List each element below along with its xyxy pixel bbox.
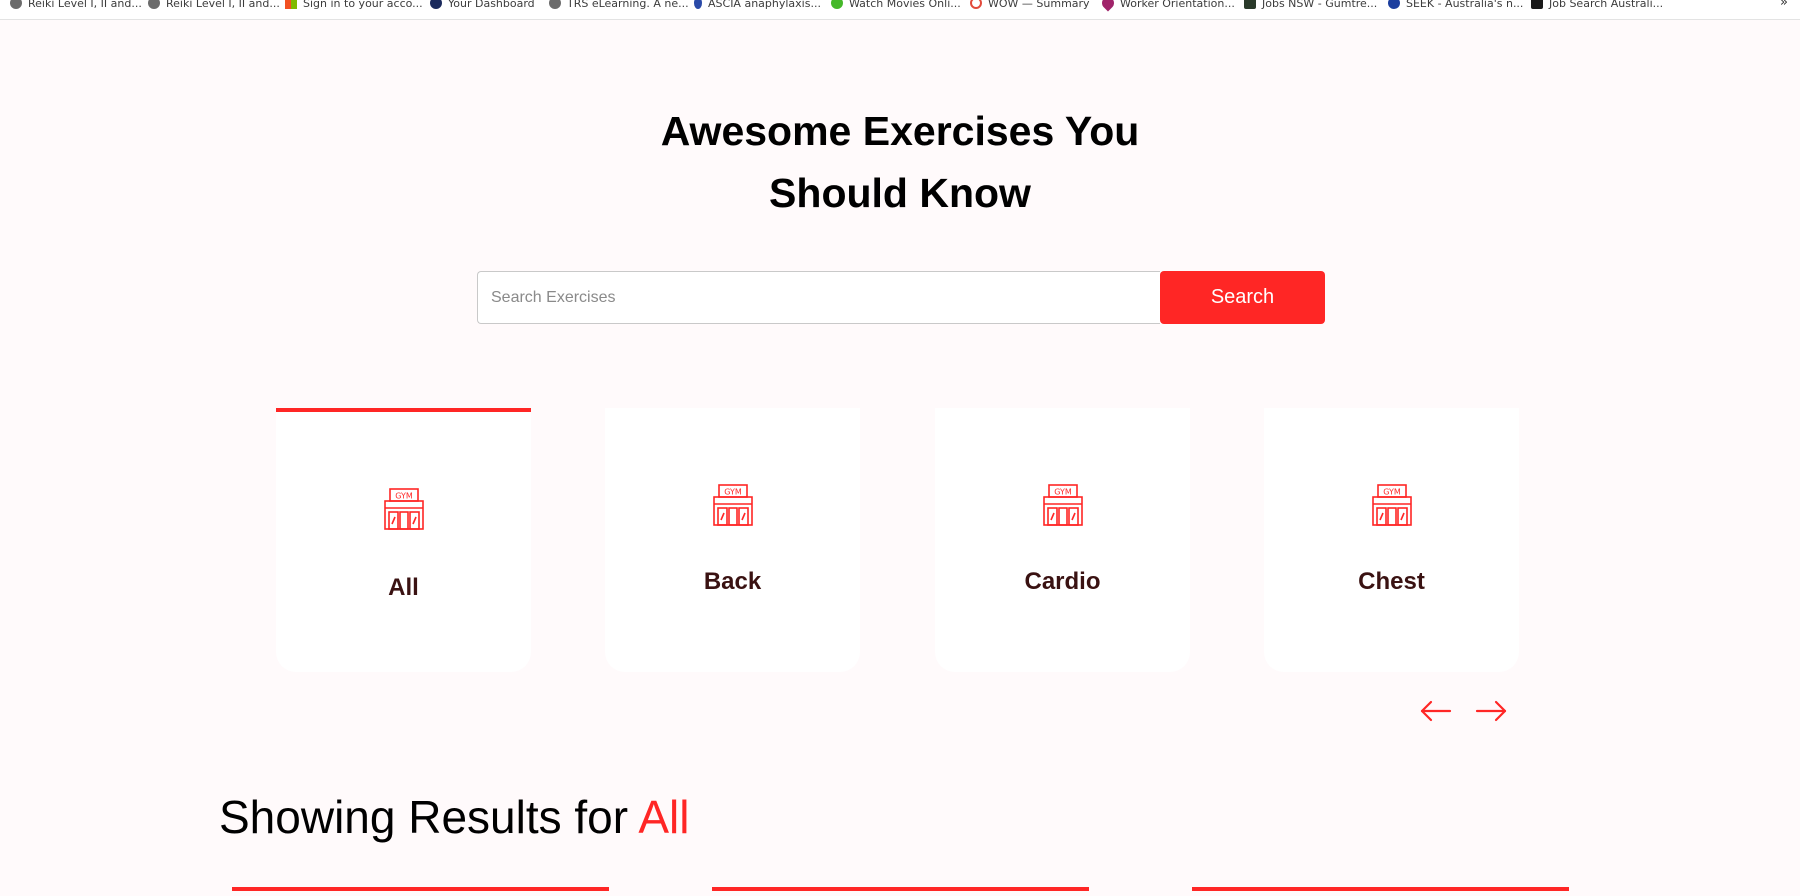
- gym-icon: GYM: [1372, 484, 1412, 526]
- bookmark-label: Reiki Level I, II and...: [28, 0, 142, 10]
- svg-text:GYM: GYM: [395, 492, 413, 501]
- bookmark-item[interactable]: ASCIA anaphylaxis...: [694, 0, 821, 10]
- category-card-chest[interactable]: GYM Chest: [1264, 408, 1519, 672]
- search-button[interactable]: Search: [1160, 271, 1325, 324]
- category-label: All: [388, 574, 419, 601]
- play-circle-icon: [430, 0, 442, 9]
- bookmarks-bar: Reiki Level I, II and... Reiki Level I, …: [0, 0, 1800, 20]
- bookmark-label: Your Dashboard: [448, 0, 535, 10]
- bookmark-label: ASCIA anaphylaxis...: [708, 0, 821, 10]
- exercise-card[interactable]: [232, 887, 609, 891]
- bookmark-label: WOW — Summary: [988, 0, 1090, 10]
- exercise-card[interactable]: [712, 887, 1089, 891]
- bookmark-label: Job Search Australi...: [1549, 0, 1664, 10]
- bookmark-item[interactable]: Watch Movies Onli...: [831, 0, 961, 10]
- bookmark-item[interactable]: Jobs NSW - Gumtre...: [1244, 0, 1377, 10]
- svg-text:GYM: GYM: [1383, 488, 1401, 497]
- category-label: Cardio: [1024, 568, 1101, 595]
- globe-icon: [549, 0, 561, 9]
- map-pin-icon: [1099, 0, 1117, 12]
- results-prefix: Showing Results for: [219, 791, 639, 843]
- wow-icon: [970, 0, 982, 9]
- bookmark-item[interactable]: Worker Orientation...: [1099, 0, 1235, 12]
- category-card-cardio[interactable]: GYM Cardio: [935, 408, 1190, 672]
- bookmark-label: Reiki Level I, II and...: [166, 0, 280, 10]
- exercise-card[interactable]: [1192, 887, 1569, 891]
- bookmark-item[interactable]: Sign in to your acco...: [285, 0, 423, 10]
- globe-icon: [148, 0, 160, 9]
- bookmark-label: Watch Movies Onli...: [849, 0, 961, 10]
- bookmark-item[interactable]: Job Search Australi...: [1531, 0, 1663, 10]
- hero-title-line1: Awesome Exercises You: [660, 108, 1140, 154]
- category-label: Chest: [1358, 568, 1425, 595]
- search-bar: Search: [477, 271, 1325, 324]
- a-logo-icon: [694, 0, 702, 9]
- globe-icon: [10, 0, 22, 9]
- bookmark-label: Worker Orientation...: [1120, 0, 1235, 10]
- gym-icon: GYM: [1043, 484, 1083, 526]
- bookmark-item[interactable]: SEEK - Australia's n...: [1388, 0, 1523, 10]
- category-label: Back: [703, 568, 762, 595]
- seek-icon: [1388, 0, 1400, 9]
- bookmark-label: Jobs NSW - Gumtre...: [1262, 0, 1378, 10]
- results-title: Showing Results for All: [219, 790, 689, 844]
- play-icon: [831, 0, 843, 9]
- bookmark-item[interactable]: Reiki Level I, II and...: [10, 0, 142, 10]
- bookmark-label: Sign in to your acco...: [303, 0, 423, 10]
- right-arrow-icon[interactable]: [1474, 698, 1508, 724]
- bookmark-label: SEEK - Australia's n...: [1406, 0, 1524, 10]
- hero-title: Awesome Exercises You Should Know: [0, 100, 1800, 224]
- hero-title-line2: Should Know: [769, 170, 1031, 216]
- svg-text:GYM: GYM: [724, 488, 742, 497]
- search-input[interactable]: [477, 271, 1160, 324]
- svg-text:GYM: GYM: [1054, 488, 1072, 497]
- left-arrow-icon[interactable]: [1419, 698, 1453, 724]
- bookmark-label: TRS eLearning. A ne...: [567, 0, 689, 10]
- j-logo-icon: [1531, 0, 1543, 9]
- category-card-back[interactable]: GYM Back: [605, 408, 860, 672]
- bookmark-item[interactable]: Your Dashboard: [430, 0, 535, 10]
- gumtree-icon: [1244, 0, 1256, 9]
- results-category: All: [638, 791, 690, 843]
- more-bookmarks-icon[interactable]: »: [1780, 0, 1788, 10]
- bookmark-item[interactable]: Reiki Level I, II and...: [148, 0, 280, 10]
- bookmark-item[interactable]: TRS eLearning. A ne...: [549, 0, 689, 10]
- microsoft-icon: [285, 0, 297, 9]
- bookmark-item[interactable]: WOW — Summary: [970, 0, 1090, 10]
- category-card-all[interactable]: GYM All: [276, 408, 531, 672]
- gym-icon: GYM: [384, 488, 424, 530]
- gym-icon: GYM: [713, 484, 753, 526]
